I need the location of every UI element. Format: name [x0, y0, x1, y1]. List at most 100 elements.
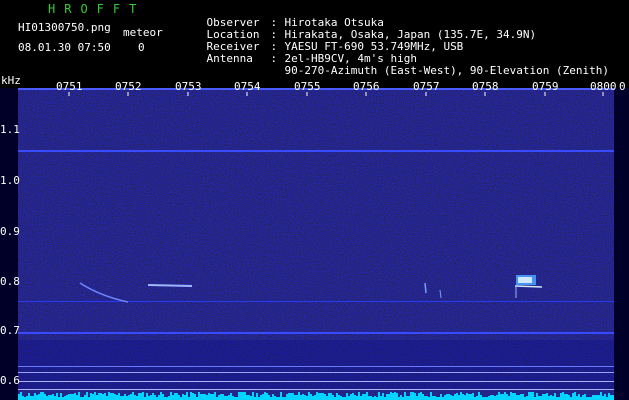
noise-floor-bar: [172, 395, 174, 400]
noise-floor-bar: [412, 392, 414, 400]
noise-floor-bar: [516, 395, 518, 400]
noise-floor-bar: [532, 392, 534, 400]
y-tick-label: 0.7: [0, 324, 20, 337]
noise-floor-bar: [212, 394, 214, 400]
noise-floor-bar: [100, 393, 102, 400]
noise-floor-bar: [138, 393, 140, 400]
noise-floor-bar: [40, 392, 42, 400]
noise-floor-bar: [476, 396, 478, 400]
noise-floor-bar: [512, 393, 514, 400]
noise-floor-bar: [458, 395, 460, 400]
spectrogram-line: [18, 372, 614, 373]
noise-floor-bar: [530, 392, 532, 400]
noise-floor-bar: [552, 396, 554, 400]
noise-floor-bar: [426, 396, 428, 400]
noise-floor-bar: [318, 393, 320, 400]
noise-floor-bar: [148, 396, 150, 400]
noise-floor-bar: [116, 395, 118, 400]
noise-floor-bar: [368, 396, 370, 400]
noise-floor-bar: [36, 395, 38, 400]
noise-floor-bar: [466, 393, 468, 400]
noise-floor-bar: [206, 395, 208, 400]
noise-floor-bar: [562, 392, 564, 400]
noise-floor-bar: [494, 396, 496, 400]
noise-floor-bar: [470, 394, 472, 400]
noise-floor-bar: [554, 393, 556, 400]
noise-floor-bar: [224, 396, 226, 400]
noise-floor-bar: [280, 392, 282, 400]
noise-floor-bar: [460, 392, 462, 400]
noise-floor-bar: [60, 393, 62, 400]
noise-floor-bar: [50, 395, 52, 400]
noise-floor-bar: [202, 394, 204, 400]
noise-floor-bar: [136, 396, 138, 400]
noise-floor-bar: [244, 392, 246, 400]
noise-floor-bar: [226, 396, 228, 400]
noise-floor-bar: [362, 394, 364, 400]
x-end-label: 0: [619, 80, 626, 93]
x-tick-label: 0758: [472, 80, 499, 93]
noise-floor-bar: [20, 392, 22, 400]
x-tick-label: 0755: [294, 80, 321, 93]
noise-floor-bar: [592, 395, 594, 400]
noise-floor-bar: [356, 396, 358, 400]
noise-floor-bar: [308, 392, 310, 400]
noise-floor-bar: [422, 394, 424, 400]
noise-floor-bar: [596, 395, 598, 400]
noise-floor-bar: [332, 395, 334, 400]
noise-floor-bar: [328, 393, 330, 400]
noise-floor-bar: [450, 395, 452, 400]
noise-floor-bar: [326, 396, 328, 400]
spectrogram-line: [18, 301, 614, 302]
noise-floor-bar: [300, 395, 302, 400]
noise-floor-bar: [96, 395, 98, 400]
noise-floor-bar: [480, 395, 482, 400]
noise-floor-bar: [490, 395, 492, 400]
x-tick-label: 0757: [413, 80, 440, 93]
x-tick-label: 0754: [234, 80, 261, 93]
noise-floor-bar: [378, 392, 380, 400]
noise-floor-bar: [94, 392, 96, 400]
noise-floor-bar: [228, 395, 230, 400]
noise-floor-bar: [528, 392, 530, 400]
noise-floor-bar: [72, 394, 74, 400]
noise-floor-bar: [560, 393, 562, 400]
y-tick-label: 0.6: [0, 374, 20, 387]
noise-floor-bar: [170, 392, 172, 400]
noise-floor-bar: [286, 394, 288, 400]
noise-floor-bar: [304, 395, 306, 400]
noise-floor-bar: [518, 395, 520, 400]
file-name: HI01300750.png: [18, 21, 111, 34]
noise-floor-bar: [132, 392, 134, 400]
noise-floor-bar: [122, 396, 124, 400]
noise-floor-bar: [472, 393, 474, 400]
noise-floor-bar: [508, 396, 510, 400]
noise-floor-bar: [162, 394, 164, 400]
noise-floor-bar: [46, 396, 48, 400]
noise-floor-bar: [126, 396, 128, 400]
app-brand: HROFFT: [48, 2, 146, 16]
noise-floor-bar: [114, 394, 116, 400]
noise-floor-bar: [390, 392, 392, 400]
noise-floor-bar: [350, 394, 352, 400]
noise-floor-bar: [392, 393, 394, 400]
y-tick-label: 0.8: [0, 275, 20, 288]
noise-floor-bar: [130, 394, 132, 400]
noise-floor-bar: [296, 395, 298, 400]
noise-floor-bar: [302, 394, 304, 400]
noise-floor-bar: [246, 395, 248, 400]
noise-floor-bar: [210, 394, 212, 400]
noise-floor-bar: [52, 394, 54, 400]
noise-floor-bar: [452, 396, 454, 400]
spectrogram-line: [18, 381, 614, 382]
noise-floor-bar: [578, 394, 580, 400]
noise-floor-bar: [48, 395, 50, 400]
noise-floor-bar: [566, 394, 568, 400]
noise-floor-bar: [598, 395, 600, 400]
header-panel: HROFFT HI01300750.png meteor 08.01.30 07…: [0, 0, 629, 77]
noise-floor-bar: [544, 394, 546, 400]
noise-floor-bar: [124, 394, 126, 400]
noise-floor-bar: [218, 395, 220, 400]
noise-floor-bar: [526, 396, 528, 400]
noise-floor-bar: [446, 394, 448, 400]
